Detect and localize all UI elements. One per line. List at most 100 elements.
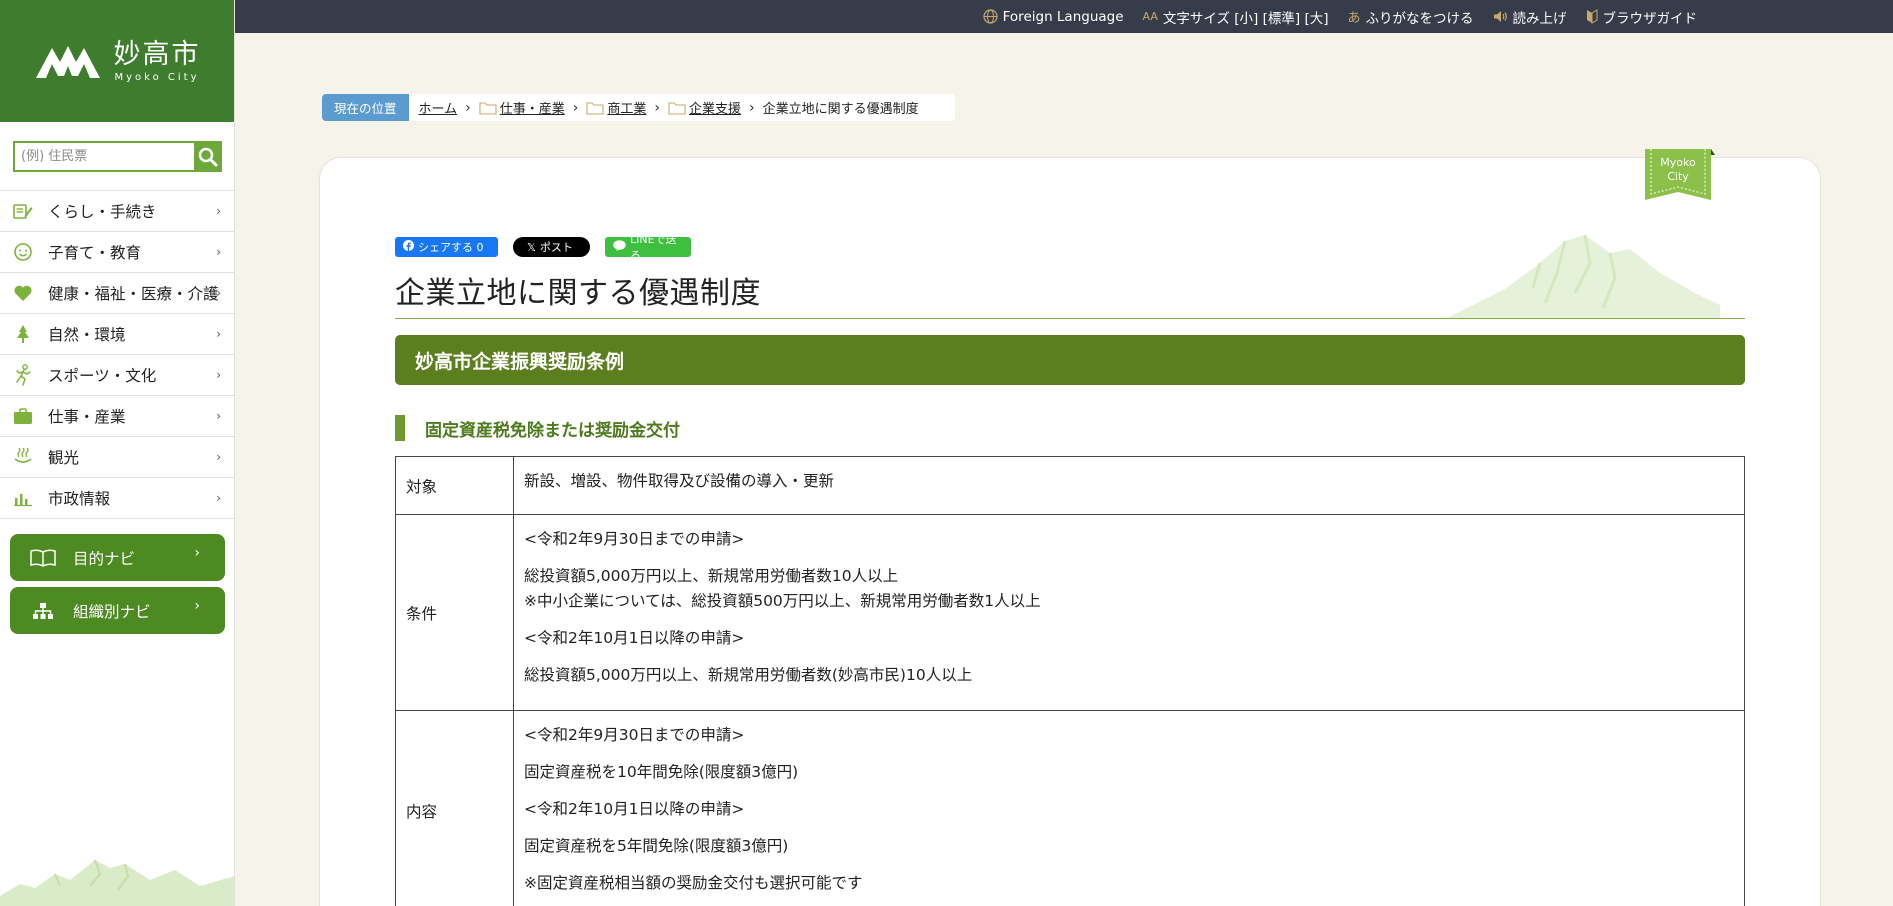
heart-icon xyxy=(13,283,33,303)
breadcrumb-separator: › xyxy=(654,99,660,116)
sidebar-item-label: 子育て・教育 xyxy=(48,244,142,262)
line-logo-icon xyxy=(613,240,626,254)
sidebar-item-label: くらし・手続き xyxy=(48,203,157,221)
sidebar-item-kanko[interactable]: 観光 › xyxy=(0,437,234,478)
sidebar: 妙高市 Myoko City くらし・手続き › 子育て・教育 › xyxy=(0,0,235,906)
organization-navi-button[interactable]: 組織別ナビ › xyxy=(10,587,225,634)
site-search xyxy=(0,122,234,190)
org-chart-icon xyxy=(30,602,56,620)
font-size-label: 文字サイズ [小] [標準] [大] xyxy=(1162,10,1329,27)
section-heading-h3-label: 固定資産税免除または奨励金交付 xyxy=(425,420,680,441)
organization-navi-label: 組織別ナビ xyxy=(73,602,151,621)
breadcrumb-separator: › xyxy=(572,99,579,116)
breadcrumb: 現在の位置 ホーム › 仕事・産業 › 商工業 › 企業支援 › 企業立地に関す… xyxy=(322,94,955,121)
table-cell-text: 新設、増設、物件取得及び設備の導入・更新 xyxy=(524,472,835,490)
furigana-toggle[interactable]: あ ふりがなをつける xyxy=(1347,7,1473,27)
share-buttons: シェアする 0 𝕏 ポスト LINEで送る xyxy=(395,233,691,262)
myoko-city-ribbon-badge: Myoko City xyxy=(1645,149,1715,200)
table-cell-text: <令和2年9月30日までの申請> xyxy=(524,530,745,548)
globe-icon xyxy=(983,9,998,24)
breadcrumb-label: ホーム xyxy=(418,102,458,117)
briefcase-icon xyxy=(13,406,33,426)
main-navigation: くらし・手続き › 子育て・教育 › 健康・福祉・医療・介護 › 自然・環境 › xyxy=(0,190,234,519)
x-logo-icon: 𝕏 xyxy=(527,240,536,254)
sidebar-item-shigoto[interactable]: 仕事・産業 › xyxy=(0,396,234,437)
search-input[interactable] xyxy=(13,141,194,172)
breadcrumb-label: 仕事・産業 xyxy=(499,102,565,117)
heading-accent-bar xyxy=(395,415,405,441)
table-row-header: 内容 xyxy=(395,710,514,906)
chevron-right-icon: › xyxy=(216,491,221,505)
ribbon-line2: City xyxy=(1667,170,1689,183)
foreign-language-link[interactable]: Foreign Language xyxy=(983,9,1124,25)
table-cell-text: 固定資産税を10年間免除(限度額3億円) xyxy=(524,763,799,781)
myoko-mountain-logo-icon xyxy=(35,46,100,78)
table-cell-text: ※中小企業については、総投資額500万円以上、新規常用労働者数1人以上 xyxy=(524,592,1041,610)
breadcrumb-home-link[interactable]: ホーム xyxy=(419,98,458,117)
table-cell-text: 総投資額5,000万円以上、新規常用労働者数(妙高市民)10人以上 xyxy=(524,666,973,684)
breadcrumb-separator: › xyxy=(465,99,471,116)
breadcrumb-shokogyo-link[interactable]: 商工業 xyxy=(586,98,646,117)
chevron-right-icon: › xyxy=(216,409,221,423)
sidebar-item-shizen[interactable]: 自然・環境 › xyxy=(0,314,234,355)
sidebar-item-label: スポーツ・文化 xyxy=(48,367,157,385)
table-cell-text: <令和2年10月1日以降の申請> xyxy=(524,800,745,818)
pencil-note-icon xyxy=(13,201,33,221)
breadcrumb-kigyoshien-link[interactable]: 企業支援 xyxy=(668,98,741,117)
hot-spring-icon xyxy=(13,447,33,467)
sidebar-item-kurashi[interactable]: くらし・手続き › xyxy=(0,191,234,232)
site-logo[interactable]: 妙高市 Myoko City xyxy=(0,0,234,122)
chevron-right-icon: › xyxy=(216,327,221,341)
table-cell-text: ※固定資産税相当額の奨励金交付も選択可能です xyxy=(524,874,863,892)
hiragana-a-icon: あ xyxy=(1347,11,1361,26)
breadcrumb-current-page: 企業立地に関する優遇制度 xyxy=(762,102,919,117)
chevron-right-icon: › xyxy=(194,598,200,614)
open-book-icon xyxy=(30,548,56,567)
page-title: 企業立地に関する優遇制度 xyxy=(395,276,761,311)
table-row: 内容 <令和2年9月30日までの申請> 固定資産税を10年間免除(限度額3億円)… xyxy=(395,710,1745,906)
sidebar-item-label: 健康・福祉・医療・介護 xyxy=(48,285,219,303)
table-cell-text: 固定資産税を5年間免除(限度額3億円) xyxy=(524,837,789,855)
sidebar-item-kenko[interactable]: 健康・福祉・医療・介護 › xyxy=(0,273,234,314)
folder-icon xyxy=(586,101,604,115)
line-share-label: LINEで送る xyxy=(630,233,677,262)
sidebar-item-label: 仕事・産業 xyxy=(48,408,126,426)
chevron-right-icon: › xyxy=(216,204,221,218)
chevron-right-icon: › xyxy=(216,286,221,300)
foreign-language-label: Foreign Language xyxy=(1002,8,1124,25)
sidebar-item-kosodate[interactable]: 子育て・教育 › xyxy=(0,232,234,273)
folder-icon xyxy=(479,101,497,115)
breadcrumb-label: 企業支援 xyxy=(689,102,742,117)
logo-name: 妙高市 xyxy=(113,38,201,70)
sidebar-item-label: 自然・環境 xyxy=(48,326,126,344)
sidebar-item-sports[interactable]: スポーツ・文化 › xyxy=(0,355,234,396)
font-size-icon: AA xyxy=(1142,10,1158,23)
title-divider xyxy=(395,318,1745,319)
table-row-header: 条件 xyxy=(395,514,514,711)
chevron-right-icon: › xyxy=(216,450,221,464)
read-aloud-button[interactable]: 読み上げ xyxy=(1493,7,1567,27)
incentive-table: 対象 新設、増設、物件取得及び設備の導入・更新 条件 <令和2年9月30日までの… xyxy=(395,456,1745,906)
font-size-control[interactable]: AA 文字サイズ [小] [標準] [大] xyxy=(1143,7,1329,27)
table-cell-text: <令和2年10月1日以降の申請> xyxy=(524,629,745,647)
table-row: 対象 新設、増設、物件取得及び設備の導入・更新 xyxy=(395,456,1745,515)
x-post-button[interactable]: 𝕏 ポスト xyxy=(513,237,590,257)
beginner-mark-icon xyxy=(1586,9,1598,24)
table-cell: <令和2年9月30日までの申請> 総投資額5,000万円以上、新規常用労働者数1… xyxy=(513,514,1745,711)
breadcrumb-shigoto-link[interactable]: 仕事・産業 xyxy=(479,98,565,117)
purpose-navi-label: 目的ナビ xyxy=(73,549,136,568)
line-share-button[interactable]: LINEで送る xyxy=(605,233,691,262)
utility-bar: Foreign Language AA 文字サイズ [小] [標準] [大] あ… xyxy=(235,0,1893,33)
search-button[interactable] xyxy=(194,141,222,172)
facebook-share-button[interactable]: シェアする 0 xyxy=(395,237,498,257)
sidebar-item-shisei[interactable]: 市政情報 › xyxy=(0,478,234,519)
section-heading-h3: 固定資産税免除または奨励金交付 xyxy=(395,415,680,441)
chevron-right-icon: › xyxy=(216,245,221,259)
breadcrumb-label: 商工業 xyxy=(607,102,647,117)
facebook-icon xyxy=(403,240,414,254)
logo-subtitle: Myoko City xyxy=(114,71,200,83)
purpose-navi-button[interactable]: 目的ナビ › xyxy=(10,534,225,581)
ribbon-line1: Myoko xyxy=(1660,156,1696,169)
folder-icon xyxy=(668,101,686,115)
browser-guide-link[interactable]: ブラウザガイド xyxy=(1586,7,1697,27)
